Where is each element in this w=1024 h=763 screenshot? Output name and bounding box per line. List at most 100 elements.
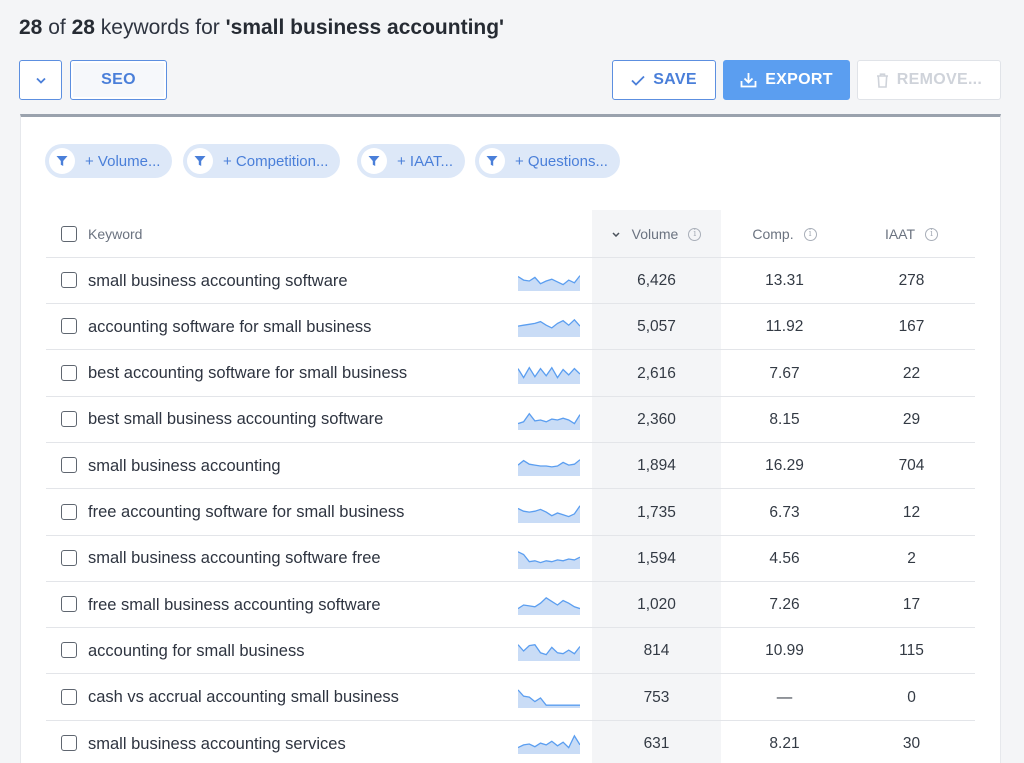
keyword-cell[interactable]: free accounting software for small busin… [88, 490, 404, 536]
volume-cell: 1,735 [637, 503, 676, 521]
table-row[interactable]: small business accounting services 631 8.2… [46, 721, 975, 763]
row-checkbox[interactable] [61, 503, 77, 520]
table-header: Keyword Volume i Comp. i IAAT i [46, 210, 975, 258]
iaat-cell: 115 [899, 642, 924, 660]
trend-sparkline [518, 551, 580, 569]
iaat-cell: 29 [902, 410, 921, 428]
filter-chip-iaat[interactable]: + IAAT... [357, 144, 465, 178]
select-all-checkbox[interactable] [61, 226, 77, 242]
check-icon [631, 75, 645, 86]
comp-cell: 13.31 [765, 272, 804, 289]
volume-cell: 5,057 [637, 318, 676, 336]
select-all-checkbox-cell [61, 210, 77, 258]
keywords-for-label: keywords for [100, 16, 220, 39]
row-checkbox[interactable] [61, 457, 77, 474]
volume-cell: 1,020 [637, 596, 676, 614]
info-icon[interactable]: i [688, 227, 702, 241]
iaat-cell: 278 [898, 272, 925, 289]
sparkline-area [518, 551, 580, 569]
download-icon [740, 73, 757, 88]
table-row[interactable]: best accounting software for small busin… [46, 351, 975, 397]
save-label: SAVE [653, 71, 697, 88]
seo-list-button[interactable]: SEO [70, 60, 167, 100]
volume-cell: 814 [643, 642, 670, 660]
keyword-cell[interactable]: best accounting software for small busin… [88, 351, 407, 397]
trend-sparkline [518, 366, 580, 384]
table-row[interactable]: best small business accounting software 2… [46, 397, 975, 443]
column-header-iaat[interactable]: IAAT i [848, 210, 975, 258]
comp-cell: — [776, 688, 793, 706]
table-row[interactable]: small business accounting 1,894 16.29 704 [46, 443, 975, 490]
keyword-cell[interactable]: small business accounting services [88, 721, 346, 763]
search-query: 'small business accounting' [225, 16, 505, 39]
trend-sparkline [518, 319, 580, 338]
result-count: 28 [19, 16, 43, 39]
filter-chip-label: + Volume... [85, 152, 161, 170]
of-label: of [48, 16, 66, 39]
filter-chip-label: + Competition... [223, 152, 329, 170]
save-button[interactable]: SAVE [612, 60, 716, 100]
table-row[interactable]: small business accounting software 6,426 1… [46, 258, 975, 304]
keyword-cell[interactable]: small business accounting software free [88, 536, 381, 582]
filter-chip-volume[interactable]: + Volume... [45, 144, 173, 178]
keyword-cell[interactable]: free small business accounting software [88, 582, 381, 628]
info-icon[interactable]: i [925, 227, 939, 241]
comp-cell: 16.29 [765, 457, 804, 475]
row-checkbox[interactable] [61, 688, 77, 705]
table-row[interactable]: free small business accounting software 1… [46, 582, 975, 629]
column-header-label: IAAT [884, 226, 916, 242]
row-checkbox[interactable] [61, 318, 77, 335]
iaat-cell: 12 [902, 503, 921, 521]
table-row[interactable]: accounting software for small business 5,… [46, 304, 975, 351]
comp-cell: 8.15 [769, 410, 800, 428]
info-icon[interactable]: i [803, 227, 817, 241]
keyword-cell[interactable]: small business accounting software [88, 258, 348, 304]
keyword-panel: + Volume... + Competition... + IAAT... +… [20, 114, 1001, 763]
comp-cell: 11.92 [765, 318, 804, 336]
table-row[interactable]: accounting for small business 814 10.99 115 [46, 628, 975, 675]
table-row[interactable]: small business accounting software free 1… [46, 536, 975, 582]
page-title: 28 of 28 keywords for 'small business ac… [19, 16, 504, 40]
trash-icon [876, 72, 888, 88]
column-header-keyword[interactable]: Keyword [88, 210, 142, 258]
filter-chip-questions[interactable]: + Questions... [475, 144, 620, 178]
export-label: EXPORT [765, 71, 833, 88]
table-row[interactable]: cash vs accrual accounting small busines… [46, 675, 975, 721]
column-header-volume[interactable]: Volume i [592, 210, 721, 258]
row-checkbox[interactable] [61, 735, 77, 751]
table-row[interactable]: free accounting software for small busin… [46, 490, 975, 536]
column-header-label: Volume [631, 226, 679, 242]
row-checkbox[interactable] [61, 642, 77, 659]
remove-button[interactable]: REMOVE... [857, 60, 1001, 100]
keyword-cell[interactable]: best small business accounting software [88, 397, 383, 443]
keyword-cell[interactable]: small business accounting [88, 443, 281, 489]
keyword-cell[interactable]: cash vs accrual accounting small busines… [88, 675, 399, 721]
filter-chip-competition[interactable]: + Competition... [183, 144, 341, 178]
iaat-cell: 704 [898, 457, 925, 475]
iaat-cell: 167 [898, 318, 925, 336]
row-checkbox[interactable] [61, 272, 77, 288]
volume-cell: 1,594 [637, 549, 676, 567]
row-checkbox[interactable] [61, 364, 77, 381]
options-dropdown-button[interactable] [19, 60, 62, 100]
filter-icon [49, 148, 75, 174]
filter-chip-label: + Questions... [515, 152, 608, 170]
keyword-cell[interactable]: accounting software for small business [88, 304, 371, 350]
sparkline-area [518, 320, 580, 338]
trend-sparkline [518, 412, 580, 430]
iaat-cell: 22 [902, 364, 921, 382]
column-header-label: Comp. [752, 226, 794, 242]
row-checkbox[interactable] [61, 549, 77, 566]
sparkline-area [518, 459, 580, 477]
remove-label: REMOVE... [896, 71, 983, 88]
export-button[interactable]: EXPORT [723, 60, 850, 100]
keyword-cell[interactable]: accounting for small business [88, 628, 304, 674]
row-checkbox[interactable] [61, 596, 77, 613]
trend-sparkline [518, 644, 580, 662]
comp-cell: 4.56 [769, 549, 800, 567]
column-header-comp[interactable]: Comp. i [721, 210, 848, 258]
trend-sparkline [518, 689, 580, 708]
row-checkbox[interactable] [61, 410, 77, 427]
sparkline-area [518, 275, 580, 291]
toolbar: SEO SAVE EXPORT REMOVE... [19, 60, 1001, 100]
